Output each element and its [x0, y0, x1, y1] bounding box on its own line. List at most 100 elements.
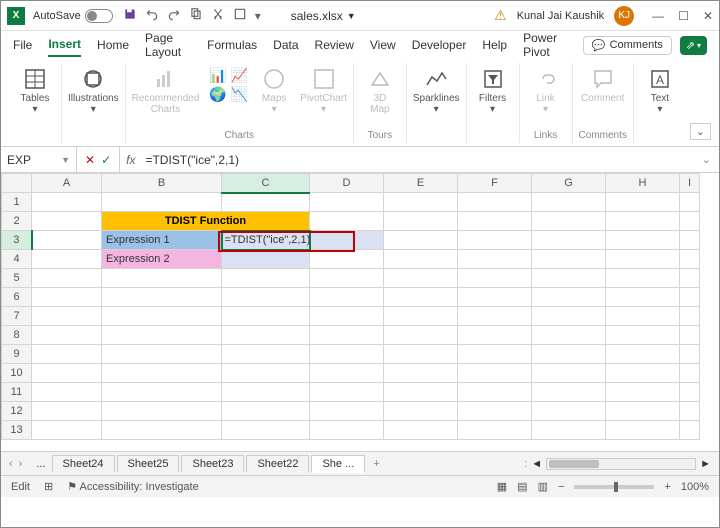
col-header-D[interactable]: D [310, 174, 384, 193]
col-header-F[interactable]: F [458, 174, 532, 193]
filename[interactable]: sales.xlsx ▼ [291, 9, 356, 23]
col-header-B[interactable]: B [102, 174, 222, 193]
sheet-tab-23[interactable]: Sheet23 [181, 455, 244, 472]
row-header-10[interactable]: 10 [2, 364, 32, 383]
row-header-3[interactable]: 3 [2, 231, 32, 250]
cell-B3[interactable]: Expression 1 [102, 231, 222, 250]
share-button[interactable]: ⇗▾ [680, 36, 707, 55]
sheet-overflow[interactable]: ... [32, 458, 49, 470]
row-header-13[interactable]: 13 [2, 421, 32, 440]
col-header-G[interactable]: G [532, 174, 606, 193]
cut-icon[interactable] [211, 7, 225, 24]
expand-formula-bar-icon[interactable]: ⌄ [702, 153, 711, 166]
map3d-button[interactable]: 3D Map [360, 67, 400, 115]
chart-gallery-2[interactable]: 🌍 📉 [209, 86, 248, 103]
sheet-tab-25[interactable]: Sheet25 [117, 455, 180, 472]
link-button[interactable]: Link▾ [526, 67, 566, 115]
row-header-2[interactable]: 2 [2, 212, 32, 231]
col-header-H[interactable]: H [606, 174, 680, 193]
filename-text: sales.xlsx [291, 9, 343, 23]
close-button[interactable]: ✕ [703, 9, 713, 23]
horizontal-scrollbar[interactable] [546, 458, 696, 470]
spreadsheet-grid[interactable]: A B C D E F G H I 1 2 TDIST Function 3 Exp… [1, 173, 719, 451]
comments-button[interactable]: 💬 Comments [583, 36, 672, 55]
maximize-button[interactable]: ☐ [678, 9, 689, 23]
tables-button[interactable]: Tables▾ [15, 67, 55, 115]
warning-icon[interactable]: ⚠ [494, 7, 507, 24]
col-header-I[interactable]: I [680, 174, 700, 193]
chart-gallery-1[interactable]: 📊 📈 [209, 67, 248, 84]
tab-review[interactable]: Review [315, 34, 354, 56]
status-icon[interactable]: ⊞ [44, 480, 53, 493]
save-icon[interactable] [123, 7, 137, 24]
sparklines-button[interactable]: Sparklines▾ [413, 67, 460, 115]
sheet-tab-22[interactable]: Sheet22 [246, 455, 309, 472]
row-header-4[interactable]: 4 [2, 250, 32, 269]
name-box[interactable]: EXP▼ [1, 147, 77, 172]
select-all-cell[interactable] [2, 174, 32, 193]
user-avatar[interactable]: KJ [614, 6, 634, 26]
hscroll-right[interactable]: ► [700, 458, 711, 470]
tab-view[interactable]: View [370, 34, 396, 56]
autosave-label: AutoSave [33, 10, 81, 22]
tab-pagelayout[interactable]: Page Layout [145, 27, 191, 63]
col-header-A[interactable]: A [32, 174, 102, 193]
illustrations-button[interactable]: Illustrations▾ [68, 67, 119, 115]
sheet-nav-prev[interactable]: ‹ [9, 458, 13, 470]
tab-insert[interactable]: Insert [48, 33, 81, 57]
view-break-icon[interactable]: ▥ [538, 480, 548, 493]
qat-overflow-icon[interactable]: ▾ [255, 9, 261, 23]
row-header-8[interactable]: 8 [2, 326, 32, 345]
autosave-toggle[interactable] [85, 9, 113, 23]
tab-file[interactable]: File [13, 34, 32, 56]
pivotchart-button[interactable]: PivotChart▾ [300, 67, 347, 115]
filters-button[interactable]: Filters▾ [473, 67, 513, 115]
tab-home[interactable]: Home [97, 34, 129, 56]
zoom-slider[interactable] [574, 485, 654, 489]
maps-button[interactable]: Maps▾ [254, 67, 294, 115]
cell-C4[interactable] [222, 250, 310, 269]
sheet-tab-active[interactable]: She ... [311, 455, 365, 473]
cell-header[interactable]: TDIST Function [102, 212, 310, 231]
row-header-1[interactable]: 1 [2, 193, 32, 212]
text-button[interactable]: AText▾ [640, 67, 680, 115]
row-header-11[interactable]: 11 [2, 383, 32, 402]
accept-formula-icon[interactable]: ✓ [101, 153, 111, 167]
cell-C3[interactable]: =TDIST("ice",2,1) [222, 231, 310, 250]
formula-input[interactable]: =TDIST("ice",2,1) [141, 153, 701, 167]
tab-formulas[interactable]: Formulas [207, 34, 257, 56]
fx-icon[interactable]: fx [120, 153, 141, 167]
tab-help[interactable]: Help [482, 34, 507, 56]
tab-developer[interactable]: Developer [412, 34, 467, 56]
view-page-icon[interactable]: ▤ [517, 480, 527, 493]
sheet-nav-next[interactable]: › [19, 458, 23, 470]
row-header-7[interactable]: 7 [2, 307, 32, 326]
qat-more-icon[interactable] [233, 7, 247, 24]
user-name[interactable]: Kunal Jai Kaushik [517, 10, 604, 22]
row-header-12[interactable]: 12 [2, 402, 32, 421]
cancel-formula-icon[interactable]: ✕ [85, 153, 95, 167]
undo-icon[interactable] [145, 7, 159, 24]
zoom-level[interactable]: 100% [681, 481, 709, 493]
hscroll-left[interactable]: ◄ [531, 458, 542, 470]
comment-button[interactable]: Comment [581, 67, 624, 104]
zoom-out-button[interactable]: − [558, 481, 564, 493]
row-header-5[interactable]: 5 [2, 269, 32, 288]
tab-data[interactable]: Data [273, 34, 298, 56]
tab-powerpivot[interactable]: Power Pivot [523, 27, 567, 63]
copy-icon[interactable] [189, 7, 203, 24]
redo-icon[interactable] [167, 7, 181, 24]
col-header-C[interactable]: C [222, 174, 310, 193]
ribbon-collapse-button[interactable]: ⌄ [690, 123, 711, 140]
minimize-button[interactable]: — [652, 9, 664, 23]
sheet-tab-24[interactable]: Sheet24 [52, 455, 115, 472]
col-header-E[interactable]: E [384, 174, 458, 193]
view-normal-icon[interactable]: ▦ [497, 480, 507, 493]
cell-B4[interactable]: Expression 2 [102, 250, 222, 269]
recommended-charts-button[interactable]: Recommended Charts [132, 67, 200, 115]
zoom-in-button[interactable]: + [664, 481, 670, 493]
row-header-6[interactable]: 6 [2, 288, 32, 307]
row-header-9[interactable]: 9 [2, 345, 32, 364]
add-sheet-button[interactable]: + [367, 458, 385, 470]
accessibility-status[interactable]: ⚑ Accessibility: Investigate [67, 480, 199, 493]
